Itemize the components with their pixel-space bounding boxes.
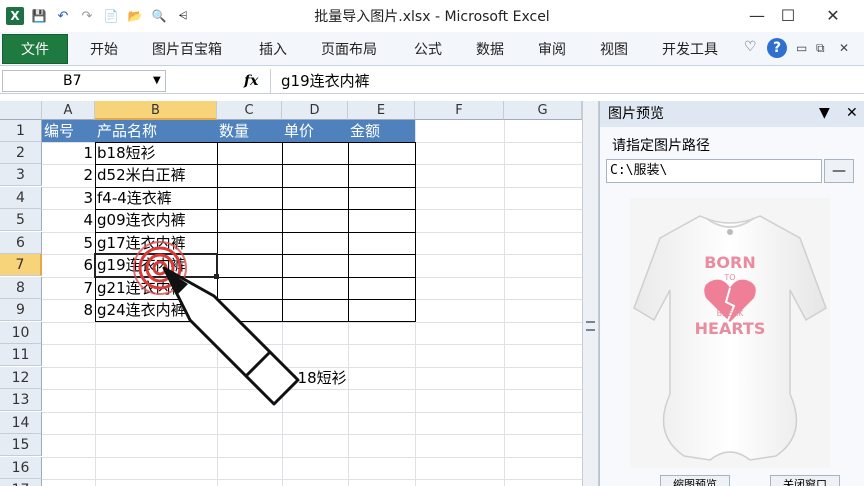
insert-function-icon[interactable]: fx — [244, 73, 258, 89]
redo-icon[interactable]: ↷ — [78, 7, 96, 25]
browse-button[interactable]: — — [824, 159, 854, 183]
collapse-ribbon-icon[interactable]: ♡ — [744, 39, 757, 55]
tab-data[interactable]: 数据 — [476, 39, 504, 59]
open-folder-icon[interactable]: 📂 — [126, 7, 144, 25]
print-preview-icon[interactable]: 🔍 — [150, 7, 168, 25]
onesie-image: BORN TO BREAK HEARTS — [630, 198, 830, 468]
tab-home[interactable]: 开始 — [90, 39, 118, 59]
pane-dropdown-icon[interactable]: ▼ — [819, 105, 830, 121]
onesie-text-hearts: HEARTS — [695, 319, 766, 338]
formula-input[interactable]: g19连衣内裤 — [270, 69, 852, 93]
title-bar: X 💾 ↶ ↷ 📄 📂 🔍 ⩤ 批量导入图片.xlsx - Microsoft … — [0, 0, 864, 32]
save-icon[interactable]: 💾 — [30, 7, 48, 25]
customize-toolbar-icon[interactable]: ⩤ — [174, 7, 192, 25]
thumbnail-preview-button[interactable]: 缩图预览 — [660, 475, 730, 486]
minimize-button[interactable]: — — [742, 3, 772, 27]
help-icon[interactable]: ? — [767, 38, 787, 58]
tab-picture-toolbox[interactable]: 图片百宝箱 — [152, 39, 222, 59]
tab-file[interactable]: 文件 — [2, 34, 68, 64]
tab-page-layout[interactable]: 页面布局 — [321, 39, 377, 59]
undo-icon[interactable]: ↶ — [54, 7, 72, 25]
onesie-text-to: TO — [723, 273, 735, 282]
pane-splitter[interactable] — [582, 101, 599, 486]
pane-close-icon[interactable]: ✕ — [846, 105, 858, 121]
excel-app-icon[interactable]: X — [6, 7, 24, 25]
picture-preview-pane: 图片预览 ▼ ✕ 请指定图片路径 C:\服装\ — BORN TO BREAK … — [599, 101, 864, 486]
grip-icon — [586, 321, 595, 331]
onesie-text-born: BORN — [704, 253, 756, 272]
tab-review[interactable]: 审阅 — [538, 39, 566, 59]
name-box-dropdown-icon[interactable]: ▼ — [153, 75, 161, 86]
path-input[interactable]: C:\服装\ — [606, 159, 822, 183]
tab-view[interactable]: 视图 — [600, 39, 628, 59]
mini-restore-icon[interactable]: ⧉ — [816, 41, 825, 56]
path-label: 请指定图片路径 — [612, 138, 710, 154]
tab-developer[interactable]: 开发工具 — [662, 39, 718, 59]
worksheet-grid[interactable]: A B C D E F G 1 2 3 4 5 6 7 8 9 10 11 12… — [0, 101, 582, 486]
tab-formulas[interactable]: 公式 — [414, 39, 442, 59]
new-document-icon[interactable]: 📄 — [102, 7, 120, 25]
ribbon-tabs: 文件 开始 图片百宝箱 插入 页面布局 公式 数据 审阅 视图 开发工具 ♡ ▭… — [0, 32, 864, 66]
mini-minimize-icon[interactable]: ▭ — [796, 41, 807, 55]
close-window-button[interactable]: 关闭窗口 — [770, 475, 840, 486]
maximize-button[interactable]: ☐ — [773, 3, 803, 27]
close-button[interactable]: ✕ — [818, 3, 848, 27]
name-box[interactable]: B7 — [2, 70, 166, 92]
pen-pointer-icon — [162, 266, 300, 406]
onesie-text-break: BREAK — [717, 309, 745, 318]
mini-close-icon[interactable]: ✕ — [839, 41, 849, 55]
quick-access-toolbar: X 💾 ↶ ↷ 📄 📂 🔍 ⩤ — [6, 6, 198, 26]
picture-preview: BORN TO BREAK HEARTS — [630, 198, 830, 468]
tab-insert[interactable]: 插入 — [259, 39, 287, 59]
